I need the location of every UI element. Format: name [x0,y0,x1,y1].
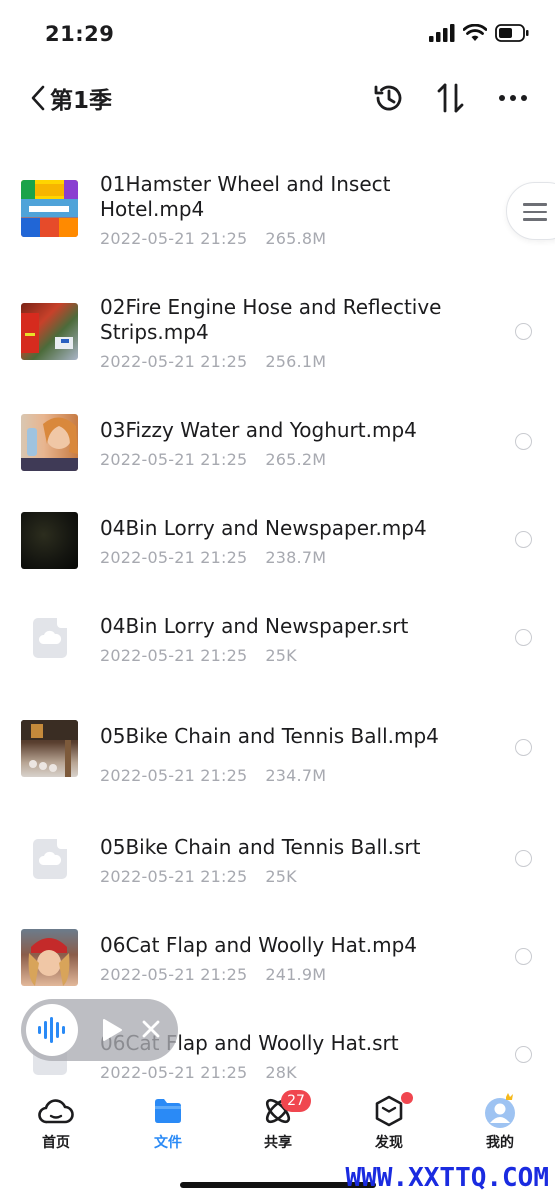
file-meta: 2022-05-21 21:25 241.9M [100,965,326,984]
status-bar: 21:29 [0,0,555,70]
file-meta: 2022-05-21 21:25 25K [100,867,297,886]
cloud-file-icon [33,839,67,879]
history-icon [374,85,402,111]
file-date: 2022-05-21 21:25 [100,548,248,567]
back-button[interactable]: 第1季 [30,80,112,116]
cloud-icon [21,1094,91,1128]
more-button[interactable] [495,80,531,116]
chevron-left-icon [31,85,45,111]
file-size: 28K [265,1063,297,1082]
file-name: 05Bike Chain and Tennis Ball.srt [100,835,421,859]
select-radio[interactable] [515,948,532,965]
file-size: 25K [265,867,297,886]
sort-icon [437,83,464,113]
file-meta: 2022-05-21 21:25 265.2M [100,450,326,469]
select-radio[interactable] [515,739,532,756]
file-size: 234.7M [265,766,327,785]
tab-label: 共享 [264,1135,292,1151]
file-date: 2022-05-21 21:25 [100,766,248,785]
file-name: 03Fizzy Water and Yoghurt.mp4 [100,418,417,442]
file-date: 2022-05-21 21:25 [100,646,248,665]
notification-dot [401,1092,413,1104]
tab-label: 文件 [154,1135,182,1151]
file-size: 238.7M [265,548,327,567]
file-date: 2022-05-21 21:25 [100,1063,248,1082]
nav-bar: 第1季 [0,70,555,130]
audio-wave-button[interactable] [26,1004,78,1056]
select-radio[interactable] [515,629,532,646]
file-size: 265.2M [265,450,327,469]
file-meta: 2022-05-21 21:25 28K [100,1063,297,1082]
file-name: 04Bin Lorry and Newspaper.mp4 [100,516,427,540]
status-time: 21:29 [45,22,115,46]
avatar-icon [465,1093,535,1128]
menu-icon [523,203,547,226]
tab-profile[interactable]: 我的 [465,1093,535,1152]
file-date: 2022-05-21 21:25 [100,229,248,248]
select-radio[interactable] [515,433,532,450]
file-date: 2022-05-21 21:25 [100,965,248,984]
file-size: 25K [265,646,297,665]
more-icon [499,95,527,101]
file-meta: 2022-05-21 21:25 238.7M [100,548,326,567]
file-date: 2022-05-21 21:25 [100,450,248,469]
file-size: 256.1M [265,352,327,371]
notification-badge: 27 [281,1090,311,1112]
folder-icon [133,1094,203,1128]
status-icons [429,24,529,42]
file-meta: 2022-05-21 21:25 234.7M [100,766,326,785]
file-date: 2022-05-21 21:25 [100,352,248,371]
history-button[interactable] [371,80,407,116]
tab-label: 发现 [375,1135,403,1151]
file-name: 04Bin Lorry and Newspaper.srt [100,614,409,638]
file-meta: 2022-05-21 21:25 265.8M [100,229,326,248]
select-radio[interactable] [515,850,532,867]
watermark: WWW.XXTTQ.COM [345,1163,550,1193]
file-size: 265.8M [265,229,327,248]
tab-home[interactable]: 首页 [21,1094,91,1152]
cube-icon [354,1094,424,1128]
battery-icon [495,24,529,42]
audio-wave-icon [38,1017,65,1043]
signal-icon [429,24,455,42]
tab-discover[interactable]: 发现 [354,1092,424,1152]
video-thumbnail [21,929,78,986]
tab-label: 首页 [42,1135,70,1151]
select-radio[interactable] [515,323,532,340]
file-name: 01Hamster Wheel and Insect Hotel.mp4 [100,172,391,221]
play-icon[interactable] [101,1018,123,1042]
tab-files[interactable]: 文件 [133,1094,203,1152]
video-thumbnail [21,414,78,471]
video-thumbnail [21,512,78,569]
file-name: 06Cat Flap and Woolly Hat.mp4 [100,933,418,957]
file-name: 05Bike Chain and Tennis Ball.mp4 [100,724,439,748]
tab-label: 我的 [486,1135,514,1151]
cloud-file-icon [33,618,67,658]
file-size: 241.9M [265,965,327,984]
select-radio[interactable] [515,1046,532,1063]
file-date: 2022-05-21 21:25 [100,867,248,886]
close-icon[interactable] [141,1019,161,1039]
video-thumbnail [21,303,78,360]
tab-share[interactable]: 27 共享 [243,1090,313,1152]
select-radio[interactable] [515,531,532,548]
sort-button[interactable] [433,80,469,116]
wifi-icon [463,24,487,41]
file-meta: 2022-05-21 21:25 25K [100,646,297,665]
page-title: 第1季 [50,88,113,114]
file-meta: 2022-05-21 21:25 256.1M [100,352,326,371]
nav-actions [371,80,531,116]
file-name: 02Fire Engine Hose and Reflective Strips.… [100,295,442,344]
side-menu-handle[interactable] [506,182,555,240]
floating-player[interactable] [21,999,178,1061]
tab-bar: 首页 文件 27 共享 发现 我的 [0,1088,555,1158]
video-thumbnail [21,720,78,777]
video-thumbnail [21,180,78,237]
